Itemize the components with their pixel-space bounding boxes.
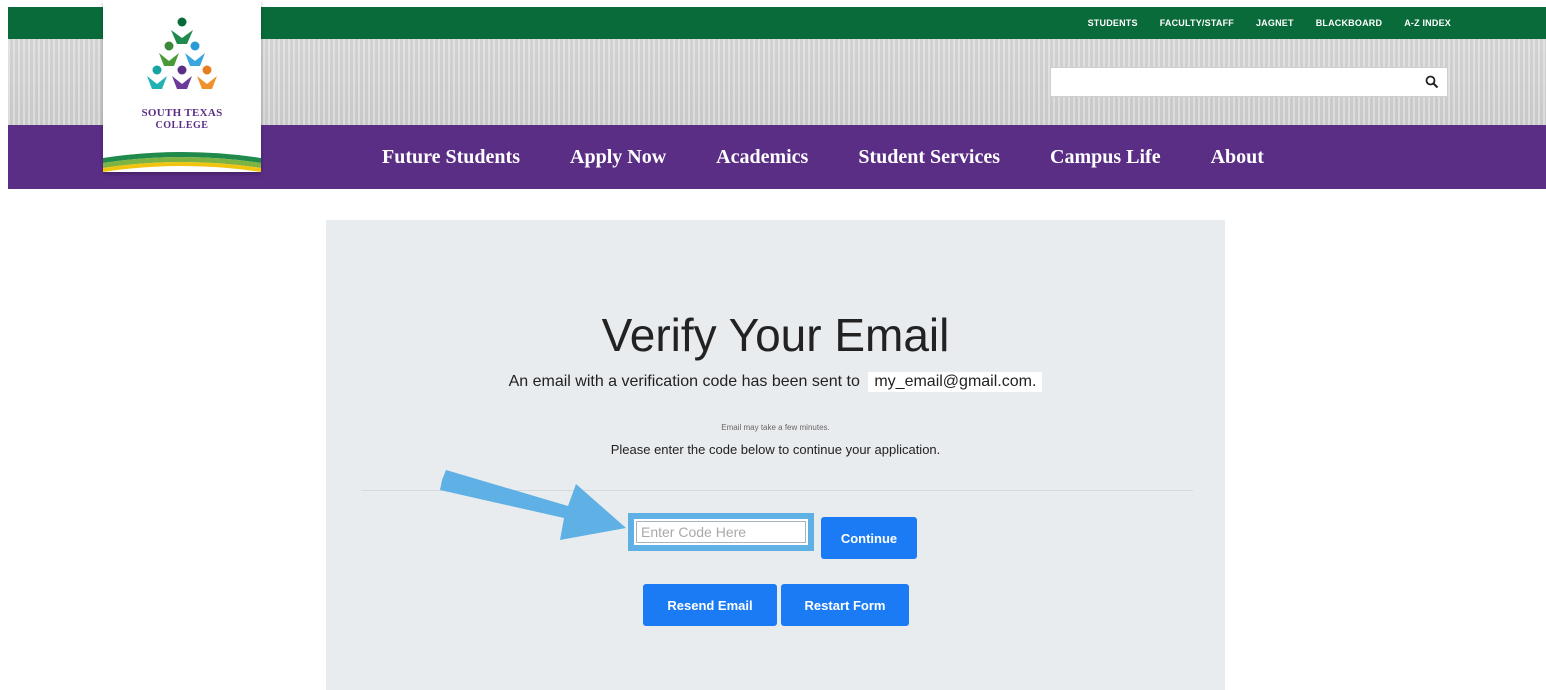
nav-item-academics[interactable]: Academics	[716, 146, 808, 169]
nav-item-about[interactable]: About	[1211, 146, 1264, 169]
nav-items: Future Students Apply Now Academics Stud…	[382, 125, 1264, 189]
sent-message-text: An email with a verification code has be…	[508, 373, 860, 390]
logo-text-line2: COLLEGE	[155, 120, 209, 131]
continue-button[interactable]: Continue	[821, 517, 917, 559]
instruction-text: Please enter the code below to continue …	[610, 442, 941, 457]
code-input-highlight	[628, 513, 814, 551]
delay-note: Email may take a few minutes.	[721, 423, 830, 432]
logo-figures-icon	[147, 17, 217, 89]
nav-item-campus-life[interactable]: Campus Life	[1050, 146, 1161, 169]
nav-item-apply-now[interactable]: Apply Now	[570, 146, 666, 169]
search-icon[interactable]	[1425, 75, 1439, 89]
utility-link-blackboard[interactable]: BLACKBOARD	[1316, 18, 1383, 28]
logo-text-line1: SOUTH TEXAS	[141, 107, 223, 119]
restart-form-button[interactable]: Restart Form	[781, 584, 909, 626]
verify-card: Verify Your Email An email with a verifi…	[326, 220, 1225, 690]
sent-message: An email with a verification code has be…	[326, 372, 1225, 392]
nav-item-future-students[interactable]: Future Students	[382, 146, 520, 169]
utility-link-az-index[interactable]: A-Z INDEX	[1404, 18, 1451, 28]
utility-links: STUDENTS FACULTY/STAFF JAGNET BLACKBOARD…	[1088, 7, 1451, 39]
nav-item-student-services[interactable]: Student Services	[858, 146, 1000, 169]
college-logo[interactable]: SOUTH TEXAS COLLEGE	[103, 0, 261, 172]
search-input[interactable]	[1050, 67, 1448, 97]
email-address: my_email@gmail.com.	[868, 372, 1043, 392]
logo-ribbon-icon	[103, 152, 261, 172]
code-input[interactable]	[636, 521, 806, 543]
utility-link-students[interactable]: STUDENTS	[1088, 18, 1138, 28]
utility-link-faculty-staff[interactable]: FACULTY/STAFF	[1160, 18, 1234, 28]
resend-email-button[interactable]: Resend Email	[643, 584, 777, 626]
utility-link-jagnet[interactable]: JAGNET	[1256, 18, 1294, 28]
arrow-icon	[440, 470, 626, 540]
page-title: Verify Your Email	[601, 309, 950, 361]
